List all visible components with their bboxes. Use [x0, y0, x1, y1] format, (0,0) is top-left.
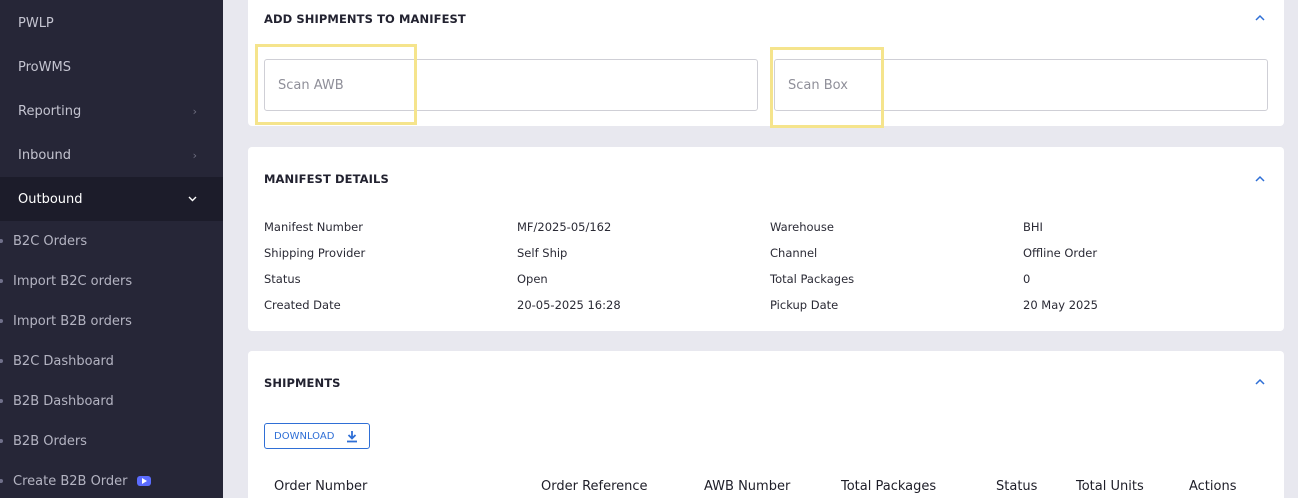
detail-value: 20 May 2025 — [1023, 298, 1098, 312]
sidebar-item-label: ProWMS — [18, 59, 71, 75]
sidebar-item-label: Inbound — [18, 147, 72, 163]
sidebar-subitem-label: Import B2B orders — [13, 313, 132, 329]
column-header: Total Packages — [841, 479, 937, 494]
sidebar-item-outbound[interactable]: Outbound — [0, 177, 223, 221]
bullet-icon — [0, 359, 3, 363]
bullet-icon — [0, 479, 3, 483]
column-header: Status — [996, 479, 1038, 494]
detail-label: Pickup Date — [770, 298, 839, 312]
column-header: Total Units — [1076, 479, 1144, 494]
sidebar-item-prowms[interactable]: ProWMS — [0, 45, 223, 89]
shipments-card: SHIPMENTS DOWNLOAD Order Number Order Re… — [248, 351, 1284, 498]
chevron-up-icon[interactable] — [1255, 14, 1265, 22]
manifest-details-card: MANIFEST DETAILS Manifest Number MF/2025… — [248, 147, 1284, 331]
sidebar-item-label: Outbound — [18, 191, 83, 207]
sidebar-item-inbound[interactable]: Inbound › — [0, 133, 223, 177]
bullet-icon — [0, 319, 3, 323]
detail-label: Total Packages — [770, 272, 855, 286]
bullet-icon — [0, 399, 3, 403]
chevron-up-icon[interactable] — [1255, 175, 1265, 183]
detail-value: 20-05-2025 16:28 — [517, 298, 621, 312]
chevron-up-icon[interactable] — [1255, 378, 1265, 386]
column-header: AWB Number — [704, 479, 791, 494]
sidebar-subitem-label: Create B2B Order — [13, 473, 128, 489]
sidebar-subitem-label: B2C Dashboard — [13, 353, 114, 369]
chevron-down-icon — [188, 194, 197, 205]
sidebar-subitem-b2b-dashboard[interactable]: B2B Dashboard — [0, 381, 223, 421]
bullet-icon — [0, 439, 3, 443]
card-title: MANIFEST DETAILS — [264, 172, 389, 186]
sidebar-item-reporting[interactable]: Reporting › — [0, 89, 223, 133]
scan-box-input[interactable] — [774, 59, 1268, 111]
detail-value: BHI — [1023, 220, 1043, 234]
sidebar-subitem-create-b2b-order[interactable]: Create B2B Order — [0, 461, 223, 498]
card-title: ADD SHIPMENTS TO MANIFEST — [264, 12, 466, 26]
detail-value: Open — [517, 272, 548, 286]
sidebar-subitem-label: Import B2C orders — [13, 273, 133, 289]
detail-label: Status — [264, 272, 301, 286]
detail-value: Self Ship — [517, 246, 568, 260]
card-title: SHIPMENTS — [264, 376, 341, 390]
column-header: Order Reference — [541, 479, 648, 494]
sidebar-subitem-b2c-orders[interactable]: B2C Orders — [0, 221, 223, 261]
download-label: DOWNLOAD — [274, 430, 335, 442]
column-header: Order Number — [274, 479, 368, 494]
detail-label: Warehouse — [770, 220, 834, 234]
chevron-right-icon: › — [192, 104, 197, 118]
bullet-icon — [0, 279, 3, 283]
sidebar-subitem-import-b2c-orders[interactable]: Import B2C orders — [0, 261, 223, 301]
video-icon[interactable] — [136, 476, 151, 486]
download-icon — [346, 430, 358, 446]
detail-label: Channel — [770, 246, 818, 260]
add-shipments-card: ADD SHIPMENTS TO MANIFEST — [248, 0, 1284, 126]
sidebar-item-label: PWLP — [18, 15, 54, 31]
sidebar-subitem-import-b2b-orders[interactable]: Import B2B orders — [0, 301, 223, 341]
sidebar-subitem-b2b-orders[interactable]: B2B Orders — [0, 421, 223, 461]
sidebar-subitem-b2c-dashboard[interactable]: B2C Dashboard — [0, 341, 223, 381]
detail-label: Manifest Number — [264, 220, 363, 234]
bullet-icon — [0, 239, 3, 243]
chevron-right-icon: › — [192, 148, 197, 162]
detail-value: 0 — [1023, 272, 1031, 286]
download-button[interactable]: DOWNLOAD — [264, 423, 370, 449]
sidebar-item-pwlp[interactable]: PWLP — [0, 1, 223, 45]
column-header: Actions — [1189, 479, 1237, 494]
detail-label: Shipping Provider — [264, 246, 366, 260]
sidebar-subitem-label: B2B Dashboard — [13, 393, 114, 409]
sidebar-subitem-label: B2C Orders — [13, 233, 88, 249]
sidebar-subitem-label: B2B Orders — [13, 433, 87, 449]
detail-value: MF/2025-05/162 — [517, 220, 612, 234]
detail-label: Created Date — [264, 298, 341, 312]
sidebar-item-label: Reporting — [18, 103, 82, 119]
detail-value: Offline Order — [1023, 246, 1098, 260]
scan-awb-input[interactable] — [264, 59, 758, 111]
sidebar: PWLP ProWMS Reporting › Inbound › Outbou… — [0, 0, 223, 498]
